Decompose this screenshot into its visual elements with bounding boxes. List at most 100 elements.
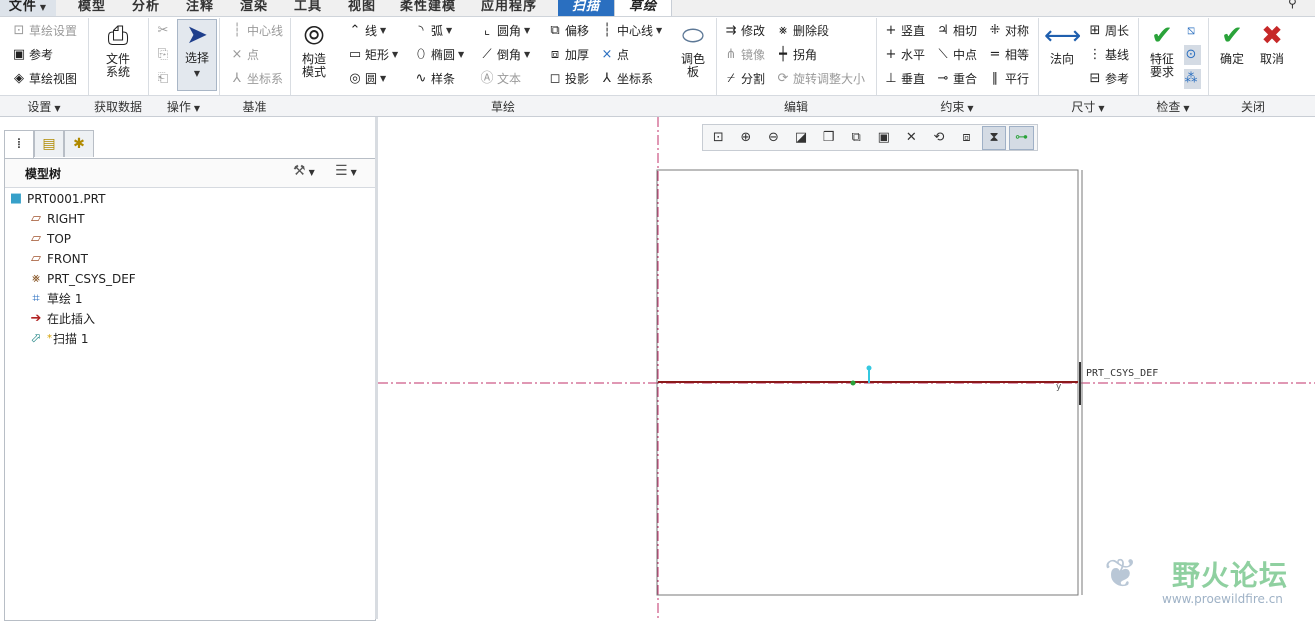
- tab-sweep[interactable]: 扫描: [558, 0, 614, 16]
- delete-segment-button[interactable]: ⨳ 删除段: [776, 21, 829, 41]
- tree-item-sketch[interactable]: ⌗ 草绘 1: [29, 289, 82, 309]
- offset-button[interactable]: ⧉ 偏移: [548, 21, 589, 41]
- zoom-in-icon[interactable]: ⊕: [734, 126, 759, 150]
- group-edit[interactable]: 编辑: [716, 98, 876, 115]
- divide-button[interactable]: ⌿ 分割: [724, 69, 765, 89]
- datum-display-icon[interactable]: ✕: [899, 126, 924, 150]
- modify-button[interactable]: ⇉ 修改: [724, 21, 765, 41]
- rectangle-button[interactable]: ▭ 矩形 ▼: [348, 45, 398, 65]
- tab-analysis[interactable]: 分析: [120, 0, 172, 16]
- group-dimension[interactable]: 尺寸 ▼: [1038, 98, 1138, 115]
- group-constrain[interactable]: 约束 ▼: [876, 98, 1038, 115]
- cut-icon[interactable]: ✂: [156, 21, 173, 41]
- tree-item-right[interactable]: ▱ RIGHT: [29, 209, 85, 229]
- mirror-button[interactable]: ⋔ 镜像: [724, 45, 765, 65]
- annotation-display-icon[interactable]: ⟲: [927, 126, 952, 150]
- search-icon[interactable]: ⚲: [1288, 0, 1297, 10]
- perpendicular-constraint-button[interactable]: ⊥ 垂直: [884, 69, 925, 89]
- repaint-icon[interactable]: ◪: [789, 126, 814, 150]
- datum-csys-button[interactable]: ⅄ 坐标系: [230, 69, 283, 89]
- graphics-window[interactable]: y PRT_CSYS_DEF: [378, 117, 1315, 619]
- feature-requirements-button[interactable]: ✔ 特征 要求: [1144, 21, 1180, 79]
- model-tree-tab-icon[interactable]: ⁞: [4, 130, 34, 158]
- tree-item-sweep[interactable]: ⬀ * 扫描 1: [29, 329, 89, 349]
- vertical-constraint-button[interactable]: + 竖直: [884, 21, 925, 41]
- group-get-data[interactable]: 获取数据: [88, 98, 148, 115]
- sketch-point-button[interactable]: × 点: [600, 45, 629, 65]
- tab-model[interactable]: 模型: [66, 0, 118, 16]
- sketch-view-toggle-icon[interactable]: ⧗: [981, 125, 1007, 150]
- group-datum[interactable]: 基准: [219, 98, 290, 115]
- line-button[interactable]: ⌃ 线 ▼: [348, 21, 387, 41]
- sketcher-display-icon[interactable]: ⧈: [954, 126, 979, 150]
- display-style-icon[interactable]: ❒: [816, 126, 841, 150]
- text-button[interactable]: Ⓐ 文本: [480, 69, 521, 89]
- thicken-button[interactable]: ⧈ 加厚: [548, 45, 589, 65]
- horizontal-constraint-button[interactable]: + 水平: [884, 45, 925, 65]
- tree-item-csys[interactable]: ⨳ PRT_CSYS_DEF: [29, 269, 136, 289]
- tree-item-insert-here[interactable]: ➔ 在此插入: [29, 309, 95, 329]
- reference-dimension-button[interactable]: ⊟ 参考: [1088, 69, 1129, 89]
- overlapping-geometry-icon[interactable]: ⧅: [1184, 21, 1201, 41]
- favorites-tab-icon[interactable]: ✱: [64, 130, 94, 157]
- tree-item-top[interactable]: ▱ TOP: [29, 229, 71, 249]
- coincident-constraint-button[interactable]: ⊸ 重合: [936, 69, 977, 89]
- fillet-button[interactable]: ⌞ 圆角 ▼: [480, 21, 530, 41]
- cancel-button[interactable]: ✖ 取消: [1254, 21, 1290, 66]
- folder-browser-tab-icon[interactable]: ▤: [34, 130, 64, 157]
- chamfer-button[interactable]: ⟋ 倒角 ▼: [480, 45, 530, 65]
- ellipse-button[interactable]: ⬯ 椭圆 ▼: [414, 45, 464, 65]
- references-button[interactable]: ▣ 参考: [12, 45, 53, 65]
- perimeter-button[interactable]: ⊞ 周长: [1088, 21, 1129, 41]
- view-manager-icon[interactable]: ▣: [871, 126, 896, 150]
- rotate-resize-button[interactable]: ⟳ 旋转调整大小: [776, 69, 865, 89]
- tab-tools[interactable]: 工具: [282, 0, 334, 16]
- group-operations[interactable]: 操作 ▼: [148, 98, 219, 115]
- circle-button[interactable]: ◎ 圆 ▼: [348, 69, 386, 89]
- baseline-button[interactable]: ⋮ 基线: [1088, 45, 1130, 65]
- refit-icon[interactable]: ⊡: [706, 126, 731, 150]
- shade-closed-loops-icon[interactable]: ⊙: [1184, 45, 1201, 65]
- sketch-view-button[interactable]: ◈ 草绘视图: [12, 69, 77, 89]
- corner-button[interactable]: ┿ 拐角: [776, 45, 817, 65]
- tab-flexible-modeling[interactable]: 柔性建模: [392, 0, 464, 16]
- group-sketch[interactable]: 草绘: [290, 98, 716, 115]
- datum-centerline-button[interactable]: ┆ 中心线: [230, 21, 283, 41]
- construction-mode-button[interactable]: ⦾ 构造 模式: [296, 21, 332, 79]
- paste-icon[interactable]: ⎗: [156, 69, 173, 89]
- tab-file[interactable]: 文件 ▼: [0, 0, 56, 16]
- sketch-csys-button[interactable]: ⅄ 坐标系: [600, 69, 653, 89]
- sketch-setup-button[interactable]: ⊡ 草绘设置: [12, 21, 77, 41]
- highlight-open-ends-icon[interactable]: ⁂: [1184, 69, 1201, 89]
- symmetric-constraint-button[interactable]: ⁜ 对称: [988, 21, 1029, 41]
- datum-point-button[interactable]: × 点: [230, 45, 259, 65]
- tab-view[interactable]: 视图: [336, 0, 388, 16]
- tab-sketch[interactable]: 草绘: [614, 0, 672, 16]
- tab-render[interactable]: 渲染: [228, 0, 280, 16]
- palette-button[interactable]: ⬭ 调色 板: [674, 21, 712, 79]
- arc-button[interactable]: ◝ 弧 ▼: [414, 21, 452, 41]
- sketch-canvas[interactable]: y: [378, 117, 1315, 619]
- tree-item-part[interactable]: ■ PRT0001.PRT: [9, 189, 106, 209]
- constraint-display-icon[interactable]: ⊶: [1009, 125, 1034, 150]
- saved-orientations-icon[interactable]: ⧉: [844, 126, 869, 150]
- tree-item-front[interactable]: ▱ FRONT: [29, 249, 88, 269]
- equal-constraint-button[interactable]: = 相等: [988, 45, 1029, 65]
- group-close[interactable]: 关闭: [1208, 98, 1298, 115]
- group-settings[interactable]: 设置 ▼: [0, 98, 88, 115]
- tab-annotate[interactable]: 注释: [174, 0, 226, 16]
- project-button[interactable]: ◻ 投影: [548, 69, 589, 89]
- normal-dimension-button[interactable]: ⟷ 法向: [1044, 21, 1081, 66]
- ok-button[interactable]: ✔ 确定: [1214, 21, 1250, 66]
- midpoint-constraint-button[interactable]: ⟍ 中点: [936, 45, 977, 65]
- tree-columns-icon[interactable]: ☰ ▼: [335, 163, 357, 179]
- copy-icon[interactable]: ⎘: [156, 45, 173, 65]
- select-button[interactable]: ➤ 选择 ▼: [177, 19, 217, 91]
- group-inspect[interactable]: 检查 ▼: [1138, 98, 1208, 115]
- parallel-constraint-button[interactable]: ∥ 平行: [988, 69, 1029, 89]
- sketch-centerline-button[interactable]: ┆ 中心线 ▼: [600, 21, 662, 41]
- tab-applications[interactable]: 应用程序: [474, 0, 544, 16]
- file-system-button[interactable]: ⎙ 文件 系统: [96, 21, 140, 79]
- tangent-constraint-button[interactable]: ♃ 相切: [936, 21, 977, 41]
- tree-settings-icon[interactable]: ⚒ ▼: [293, 163, 315, 179]
